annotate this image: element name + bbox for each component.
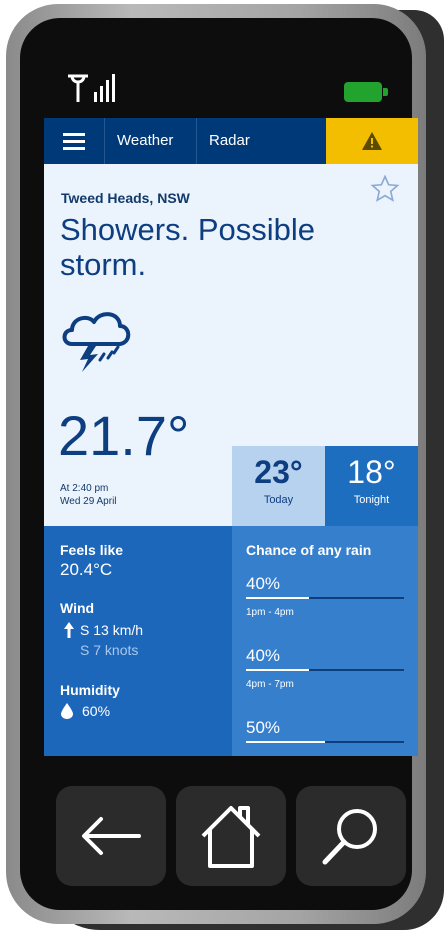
hamburger-menu-icon[interactable] [54, 127, 94, 155]
rain-bar-fill [246, 741, 325, 743]
tab-weather[interactable]: Weather [117, 118, 173, 164]
feels-like-value: 20.4°C [60, 560, 113, 579]
tonight-label: Tonight [353, 494, 390, 506]
rain-chance-title: Chance of any rain [246, 542, 372, 558]
rain-bar-fill [246, 669, 310, 671]
feels-like-label: Feels like [60, 542, 124, 558]
rain-percent: 50% [246, 718, 281, 737]
wind-label: Wind [60, 600, 95, 616]
battery-icon [344, 82, 388, 102]
status-bar [44, 66, 418, 112]
search-magnifier-icon [322, 809, 377, 865]
wind-speed-knots: S 7 knots [80, 642, 139, 658]
observation-date: Wed 29 April [60, 496, 117, 507]
rain-bar [246, 597, 404, 599]
rain-time: 4pm - 7pm [246, 679, 294, 690]
home-icon [201, 806, 261, 868]
back-arrow-icon [82, 817, 141, 855]
location-name: Tweed Heads, NSW [61, 190, 190, 206]
rain-bar [246, 669, 404, 671]
water-drop-icon [61, 703, 73, 719]
current-temperature: 21.7° [58, 404, 190, 467]
tab-radar[interactable]: Radar [209, 118, 250, 164]
details-panel: Feels like 20.4°C Wind S 13 km/h S 7 kno… [44, 526, 232, 756]
back-button[interactable] [56, 786, 166, 886]
nav-divider [196, 118, 197, 164]
humidity-value: 60% [82, 703, 111, 719]
rain-bar-fill [246, 597, 310, 599]
rain-bar [246, 741, 404, 743]
today-max-temp: 23° [254, 454, 303, 490]
rain-percent: 40% [246, 574, 281, 593]
today-label: Today [263, 494, 294, 506]
rain-time: 1pm - 4pm [246, 607, 294, 618]
home-button[interactable] [176, 786, 286, 886]
app-screen: Weather Radar Tweed Heads, NSW Showers. … [44, 118, 418, 756]
favourite-star-icon[interactable] [370, 174, 400, 204]
rain-chance-panel: Chance of any rain 40% 1pm - 4pm 40% 4pm… [232, 526, 418, 756]
nav-divider [104, 118, 105, 164]
tonight-min-temp: 18° [347, 454, 396, 490]
today-forecast[interactable]: 23° Today [232, 446, 325, 526]
forecast-summary: Showers. Possible storm. [60, 212, 316, 282]
warnings-button[interactable] [326, 118, 418, 164]
wind-direction-arrow-icon [64, 622, 74, 638]
wind-speed-kmh: S 13 km/h [80, 622, 144, 638]
rain-percent: 40% [246, 646, 281, 665]
warning-triangle-icon [362, 132, 382, 150]
observation-time: At 2:40 pm Wed 29 April [60, 482, 117, 508]
humidity-label: Humidity [60, 682, 120, 698]
tonight-forecast[interactable]: 18° Tonight [325, 446, 418, 526]
search-button[interactable] [296, 786, 406, 886]
hardware-buttons [40, 770, 420, 894]
storm-cloud-icon [62, 312, 131, 372]
signal-icon [68, 74, 115, 102]
top-nav: Weather Radar [44, 118, 418, 164]
observation-time-text: At 2:40 pm [60, 483, 109, 494]
